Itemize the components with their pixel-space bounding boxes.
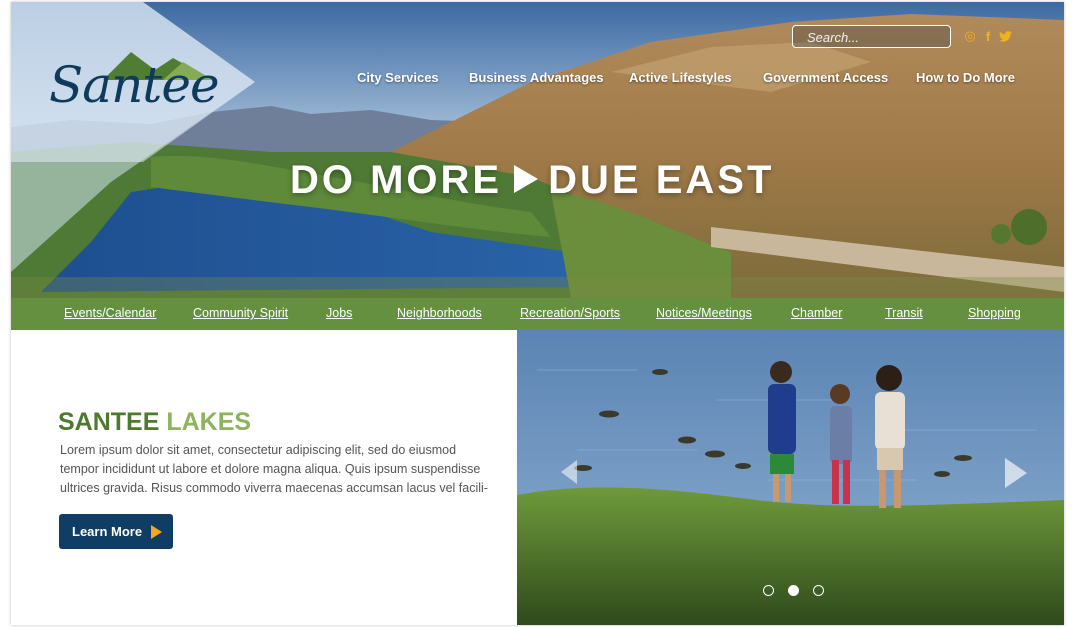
link-chamber[interactable]: Chamber [791, 306, 842, 320]
page-frame: Santee ◎ f City Services Business Advant… [11, 2, 1064, 625]
link-neighborhoods[interactable]: Neighborhoods [397, 306, 482, 320]
feature-title-word2: LAKES [166, 408, 252, 436]
play-arrow-icon [514, 165, 539, 194]
search-input[interactable] [792, 25, 951, 48]
learn-more-button[interactable]: Learn More [59, 514, 173, 549]
twitter-icon[interactable] [997, 28, 1013, 44]
link-notices-meetings[interactable]: Notices/Meetings [656, 306, 752, 320]
link-transit[interactable]: Transit [885, 306, 923, 320]
feature-title-word1: SANTEE [58, 408, 160, 436]
hero-tagline: DO MORE DUE EAST [290, 158, 774, 203]
nav-how-to-do-more[interactable]: How to Do More [916, 70, 1015, 85]
link-recreation-sports[interactable]: Recreation/Sports [520, 306, 620, 320]
carousel-dot-2-active[interactable] [788, 585, 799, 596]
nav-government-access[interactable]: Government Access [763, 70, 888, 85]
instagram-icon[interactable]: ◎ [962, 28, 978, 44]
feature-title: SANTEE LAKES [58, 408, 251, 437]
facebook-icon[interactable]: f [980, 28, 996, 44]
tagline-right: DUE EAST [548, 158, 775, 202]
logo-panel-overlay [11, 2, 255, 272]
carousel-dot-1[interactable] [763, 585, 774, 596]
play-arrow-icon [151, 524, 163, 539]
main-navigation: City Services Business Advantages Active… [11, 70, 1064, 90]
link-events-calendar[interactable]: Events/Calendar [64, 306, 156, 320]
carousel-dot-3[interactable] [813, 585, 824, 596]
hero-banner: Santee ◎ f City Services Business Advant… [11, 2, 1064, 298]
learn-more-label: Learn More [72, 524, 143, 539]
quick-links-bar: Events/Calendar Community Spirit Jobs Ne… [11, 298, 1064, 330]
feature-description: Lorem ipsum dolor sit amet, consectetur … [60, 443, 488, 495]
lake-children-photo [517, 330, 1064, 625]
tagline-left: DO MORE [290, 158, 503, 202]
link-community-spirit[interactable]: Community Spirit [193, 306, 288, 320]
feature-panel: SANTEE LAKES Lorem ipsum dolor sit amet,… [11, 330, 517, 625]
link-jobs[interactable]: Jobs [326, 306, 352, 320]
link-shopping[interactable]: Shopping [968, 306, 1021, 320]
nav-business-advantages[interactable]: Business Advantages [469, 70, 604, 85]
feature-carousel-image [517, 330, 1064, 625]
nav-city-services[interactable]: City Services [357, 70, 439, 85]
nav-active-lifestyles[interactable]: Active Lifestyles [629, 70, 732, 85]
